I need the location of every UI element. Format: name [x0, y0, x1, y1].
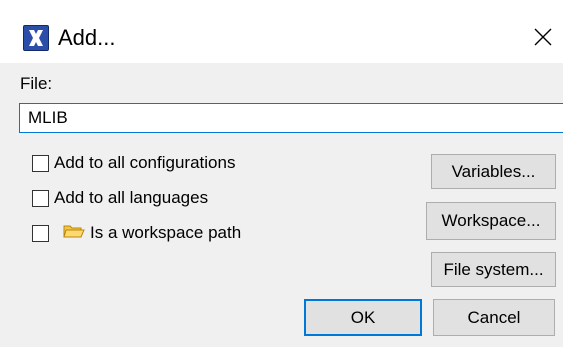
file-label: File:: [20, 74, 53, 93]
add-to-all-languages-option[interactable]: Add to all languages: [32, 187, 208, 209]
ok-button[interactable]: OK: [304, 299, 422, 336]
is-workspace-path-option[interactable]: Is a workspace path: [32, 222, 241, 244]
folder-icon: [63, 223, 85, 244]
add-dialog: Add... File: Add to all configurations A…: [0, 0, 563, 347]
is-workspace-path-label: Is a workspace path: [90, 223, 242, 242]
workspace-button[interactable]: Workspace...: [426, 202, 556, 240]
close-icon: [534, 28, 552, 46]
add-to-all-languages-label: Add to all languages: [54, 188, 209, 207]
title-bar[interactable]: Add...: [0, 0, 563, 63]
add-to-all-languages-checkbox[interactable]: [32, 189, 49, 207]
file-system-button[interactable]: File system...: [431, 252, 556, 287]
dialog-title: Add...: [58, 25, 116, 50]
add-to-all-configurations-label: Add to all configurations: [54, 153, 236, 172]
x-app-icon: [23, 25, 49, 51]
close-button[interactable]: [528, 22, 558, 52]
add-to-all-configurations-checkbox[interactable]: [32, 154, 49, 172]
is-workspace-path-checkbox[interactable]: [32, 224, 49, 242]
file-input[interactable]: [19, 103, 563, 133]
variables-button[interactable]: Variables...: [431, 154, 556, 189]
add-to-all-configurations-option[interactable]: Add to all configurations: [32, 152, 235, 174]
cancel-button[interactable]: Cancel: [433, 299, 555, 336]
